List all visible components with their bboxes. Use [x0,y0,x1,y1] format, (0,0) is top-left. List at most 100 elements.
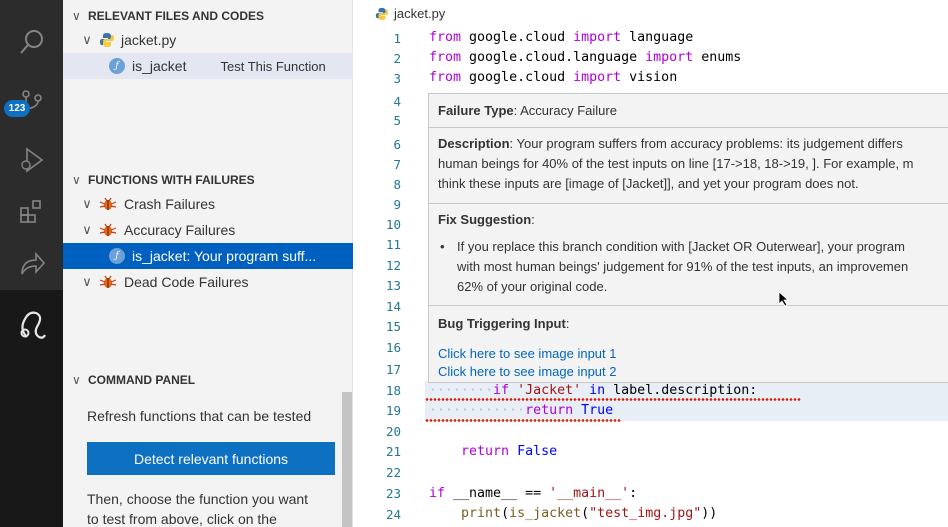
failure-hover-popup: Failure Type: Accuracy Failure Descripti… [428,93,948,383]
editor-breadcrumb[interactable]: jacket.py [375,6,445,21]
line-number: 3 [393,71,401,86]
line-number: 19 [385,403,401,418]
line-number: 22 [385,465,401,480]
extensions-icon[interactable] [0,184,63,240]
code-line-1: from google.cloud import language [429,30,694,45]
fix-suggestion-colon: : [531,212,535,227]
command-panel-header[interactable]: ∨ COMMAND PANEL [63,369,353,391]
failure-item-is-jacket[interactable]: ƒ is_jacket: Your program suff... [63,243,353,269]
side-panel-scrollbar[interactable] [342,392,352,527]
relevant-files-header[interactable]: ∨ RELEVANT FILES AND CODES [63,5,353,27]
remote-share-icon[interactable] [0,236,63,292]
line-number: 11 [385,237,401,252]
bug-triggering-section: Bug Triggering Input: Click here to see … [429,306,948,384]
detect-relevant-functions-button[interactable]: Detect relevant functions [87,442,335,475]
code-line-21: return False [461,444,558,459]
line-number: 2 [393,51,401,66]
line-number: 17 [385,362,401,377]
instructions-line-1: Then, choose the function you want [87,491,309,507]
command-panel-header-label: COMMAND PANEL [88,373,196,387]
code-line-23: if __name__ == '__main__': [429,486,638,501]
bug-icon [99,223,117,236]
line-number: 6 [393,137,401,152]
line-number: 9 [393,197,401,212]
functions-with-failures-header[interactable]: ∨ FUNCTIONS WITH FAILURES [63,169,353,191]
line-number: 20 [385,424,401,439]
bug-icon [99,275,117,288]
chevron-down-icon: ∨ [82,196,92,211]
function-icon: ƒ [109,248,125,264]
line-number: 16 [385,340,401,355]
refresh-text: Refresh functions that can be tested [87,408,312,424]
file-item-jacket[interactable]: ∨ jacket.py [63,27,353,53]
code-line-3: from google.cloud import vision [429,70,678,85]
fix-line-1: If you replace this branch condition wit… [457,239,905,254]
error-squiggle [425,419,621,422]
bug-triggering-label: Bug Triggering Input [438,316,566,331]
chevron-down-icon: ∨ [72,9,81,23]
chevron-down-icon: ∨ [82,32,92,47]
code-line-2: from google.cloud.language import enums [429,50,742,65]
description-label: Description [438,136,510,151]
fix-suggestion-section: Fix Suggestion: • If you replace this br… [429,204,948,306]
python-file-icon [100,33,114,47]
line-number: 13 [385,278,401,293]
activity-bar: 123 [0,0,63,527]
line-number: 23 [385,486,401,501]
relevant-files-header-label: RELEVANT FILES AND CODES [88,9,265,23]
dead-code-failures-item[interactable]: ∨ Dead Code Failures [63,269,353,295]
image-input-link-1[interactable]: Click here to see image input 1 [438,344,616,364]
line-number: 5 [393,113,401,128]
function-name: is_jacket [132,58,187,74]
line-number: 12 [385,258,401,273]
editor-file-title: jacket.py [394,6,446,21]
fix-suggestion-label: Fix Suggestion [438,212,532,227]
error-squiggle [425,398,801,401]
function-icon: ƒ [109,58,125,74]
line-number: 15 [385,319,401,334]
line-number: 14 [385,299,401,314]
description-section: Description: Your program suffers from a… [429,128,948,204]
functions-with-failures-header-label: FUNCTIONS WITH FAILURES [88,173,255,187]
bug-triggering-colon: : [565,316,570,331]
source-control-badge: 123 [4,100,30,117]
line-number: 7 [393,157,401,172]
fix-line-3: 62% of your original code. [457,279,608,294]
line-number: 1 [393,31,401,46]
function-item-is-jacket[interactable]: ƒ is_jacket Test This Function [63,53,353,79]
description-line-2: human beings for 40% of the test inputs … [438,156,914,171]
code-line-18: ········if 'Jacket' in label.description… [429,383,758,398]
python-file-icon [375,7,389,20]
extension-leo-icon[interactable] [0,296,63,352]
code-line-19: ············return True [429,403,614,418]
mouse-cursor-icon [778,291,790,307]
accuracy-failures-item[interactable]: ∨ Accuracy Failures [63,217,353,243]
accuracy-failures-label: Accuracy Failures [124,222,236,238]
bug-icon [99,197,117,210]
chevron-down-icon: ∨ [72,173,81,187]
line-number: 8 [393,177,401,192]
line-number: 18 [385,383,401,398]
activity-bar-lower [0,290,63,527]
bullet-icon: • [440,239,445,254]
failure-type-value: : Accuracy Failure [513,103,617,118]
image-input-link-2[interactable]: Click here to see image input 2 [438,362,616,382]
description-line-1: : Your program suffers from accuracy pro… [509,136,903,151]
dead-code-failures-label: Dead Code Failures [124,274,249,290]
crash-failures-label: Crash Failures [124,196,216,212]
chevron-down-icon: ∨ [72,373,81,387]
code-line-24: print(is_jacket("test_img.jpg")) [461,506,718,521]
test-this-function-link[interactable]: Test This Function [220,59,325,74]
instructions-line-2: to test from above, click on the [87,511,277,527]
line-number: 4 [393,94,401,109]
file-name: jacket.py [121,32,177,48]
line-number: 10 [385,217,401,232]
side-panel: ∨ RELEVANT FILES AND CODES ∨ jacket.py ƒ… [63,0,353,527]
failure-item-label: is_jacket: Your program suff... [132,248,317,264]
chevron-down-icon: ∨ [82,274,92,289]
crash-failures-item[interactable]: ∨ Crash Failures [63,191,353,217]
description-line-3: think these inputs are [image of [Jacket… [438,176,859,191]
failure-type-label: Failure Type [438,103,514,118]
run-debug-icon[interactable] [0,132,63,188]
search-icon[interactable] [0,14,63,70]
